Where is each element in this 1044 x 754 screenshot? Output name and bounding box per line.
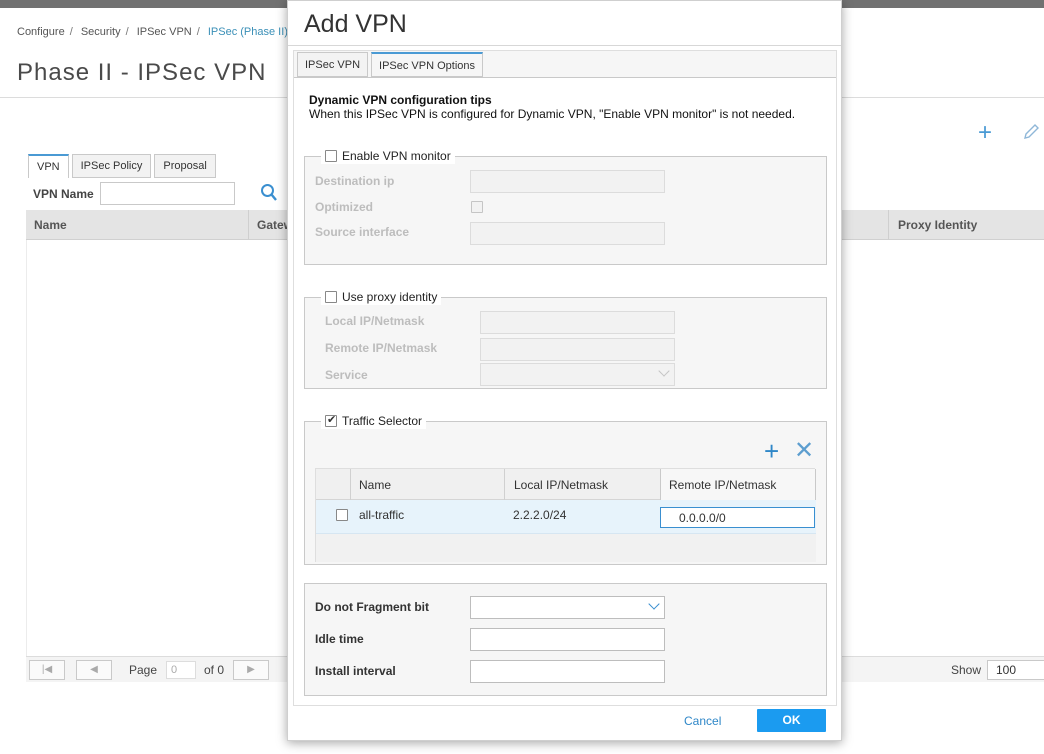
service-label: Service	[325, 368, 368, 382]
install-interval-label: Install interval	[315, 664, 396, 678]
remote-ip-netmask-label: Remote IP/Netmask	[325, 341, 438, 355]
tab-ipsec-policy[interactable]: IPSec Policy	[71, 154, 152, 178]
page-title: Phase II - IPSec VPN	[17, 59, 267, 86]
install-interval-input[interactable]	[470, 660, 665, 683]
traffic-selector-checkbox[interactable]	[325, 413, 337, 427]
breadcrumb: Configure / Security / IPSec VPN / IPSec (P…	[17, 26, 288, 38]
destination-ip-label: Destination ip	[315, 174, 395, 188]
local-ip-netmask-label: Local IP/Netmask	[325, 314, 425, 328]
page-input[interactable]: 0	[166, 661, 196, 679]
breadcrumb-configure[interactable]: Configure	[17, 26, 65, 38]
tab-vpn[interactable]: VPN	[28, 154, 69, 178]
dialog-body: IPSec VPN IPSec VPN Options Dynamic VPN …	[293, 50, 837, 706]
use-proxy-identity-label: Use proxy identity	[342, 290, 438, 304]
use-proxy-identity-checkbox[interactable]	[325, 291, 337, 303]
traffic-selector-grid-header: Name Local IP/Netmask Remote IP/Netmask	[316, 469, 816, 500]
cancel-button[interactable]: Cancel	[684, 714, 721, 728]
row-name: all-traffic	[359, 508, 405, 522]
page-label: Page	[129, 663, 158, 677]
traffic-selector-fieldset: Traffic Selector + ✕ Name Local IP/Netma…	[304, 413, 827, 565]
chevron-down-icon	[648, 598, 660, 610]
fragment-bit-label: Do not Fragment bit	[315, 600, 429, 614]
tips-title: Dynamic VPN configuration tips	[309, 93, 492, 107]
search-icon[interactable]	[260, 183, 278, 203]
chevron-down-icon	[658, 365, 670, 377]
proxy-identity-legend: Use proxy identity	[321, 289, 442, 305]
add-icon[interactable]: +	[978, 121, 992, 145]
page-size-select[interactable]: 100	[987, 660, 1044, 680]
tips-text: When this IPSec VPN is configured for Dy…	[309, 107, 796, 121]
dialog-title: Add VPN	[304, 10, 407, 38]
column-name[interactable]: Name	[34, 218, 67, 232]
column-name[interactable]: Name	[359, 478, 391, 492]
remote-ip-netmask-editor[interactable]: 0.0.0.0/0	[660, 507, 815, 528]
row-checkbox[interactable]	[336, 509, 348, 521]
row-local-ip-netmask: 2.2.2.0/24	[513, 508, 567, 522]
enable-vpn-monitor-label: Enable VPN monitor	[342, 149, 451, 163]
vpn-name-label: VPN Name	[33, 187, 94, 201]
dialog-title-divider	[288, 45, 841, 46]
breadcrumb-security[interactable]: Security	[81, 26, 121, 38]
traffic-selector-label: Traffic Selector	[342, 414, 423, 428]
idle-time-input[interactable]	[470, 628, 665, 651]
remote-ip-netmask-input[interactable]	[480, 338, 675, 361]
source-interface-input[interactable]	[470, 222, 665, 245]
ok-button[interactable]: OK	[757, 709, 826, 732]
proxy-identity-fieldset: Use proxy identity Local IP/Netmask Remo…	[304, 289, 827, 389]
close-icon[interactable]: ✕	[794, 439, 814, 463]
idle-time-label: Idle time	[315, 632, 364, 646]
column-remote-ip-netmask[interactable]: Remote IP/Netmask	[669, 478, 776, 492]
service-select[interactable]	[480, 363, 675, 386]
dialog-tabs: IPSec VPN IPSec VPN Options	[297, 52, 486, 77]
optimized-label: Optimized	[315, 200, 374, 214]
first-page-button[interactable]: |◀	[29, 660, 65, 680]
add-vpn-dialog: Add VPN IPSec VPN IPSec VPN Options Dyna…	[287, 0, 842, 741]
add-icon[interactable]: +	[764, 438, 779, 464]
breadcrumb-current[interactable]: IPSec (Phase II)	[208, 26, 288, 38]
tab-ipsec-vpn[interactable]: IPSec VPN	[297, 52, 369, 77]
show-label: Show	[951, 663, 982, 677]
vpn-name-search-input[interactable]	[100, 182, 235, 205]
edit-icon[interactable]	[1022, 123, 1044, 143]
vpn-monitor-legend: Enable VPN monitor	[321, 148, 455, 164]
traffic-selector-grid: Name Local IP/Netmask Remote IP/Netmask …	[315, 468, 816, 562]
column-proxy-identity[interactable]: Proxy Identity	[898, 218, 977, 232]
column-local-ip-netmask[interactable]: Local IP/Netmask	[514, 478, 608, 492]
page-of-label: of 0	[204, 663, 225, 677]
advanced-fieldset: Do not Fragment bit Idle time Install in…	[304, 583, 827, 696]
enable-vpn-monitor-checkbox[interactable]	[325, 150, 337, 162]
destination-ip-input[interactable]	[470, 170, 665, 193]
optimized-checkbox[interactable]	[471, 201, 483, 213]
prev-page-button[interactable]: ◀	[76, 660, 112, 680]
background-tabs: VPN IPSec Policy Proposal	[28, 154, 219, 178]
fragment-bit-select[interactable]	[470, 596, 665, 619]
options-panel: Dynamic VPN configuration tips When this…	[294, 77, 836, 705]
traffic-selector-legend: Traffic Selector	[321, 413, 427, 429]
local-ip-netmask-input[interactable]	[480, 311, 675, 334]
traffic-selector-grid-footer	[316, 534, 816, 562]
next-page-button[interactable]: ▶	[233, 660, 269, 680]
source-interface-label: Source interface	[315, 225, 410, 239]
tab-proposal[interactable]: Proposal	[154, 154, 216, 178]
tab-ipsec-vpn-options[interactable]: IPSec VPN Options	[371, 52, 484, 77]
table-row[interactable]: all-traffic 2.2.2.0/24 0.0.0.0/0	[316, 500, 816, 534]
vpn-monitor-fieldset: Enable VPN monitor Destination ip Optimi…	[304, 148, 827, 265]
breadcrumb-ipsec-vpn[interactable]: IPSec VPN	[137, 26, 192, 38]
